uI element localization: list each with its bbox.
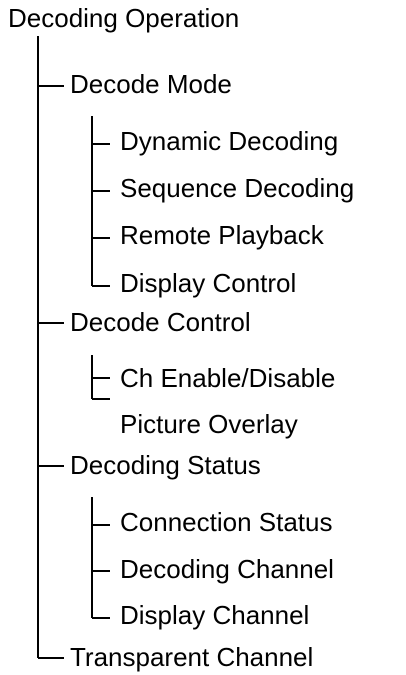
node-remote-playback: Remote Playback <box>120 220 324 250</box>
node-decoding-status: Decoding Status <box>70 450 261 480</box>
node-picture-overlay: Picture Overlay <box>120 409 298 439</box>
node-transparent-channel: Transparent Channel <box>70 642 314 672</box>
node-display-control: Display Control <box>120 268 297 298</box>
node-dynamic-decoding: Dynamic Decoding <box>120 126 339 156</box>
node-decode-mode: Decode Mode <box>70 69 232 99</box>
node-ch-enable-disable: Ch Enable/Disable <box>120 363 336 393</box>
node-decoding-channel: Decoding Channel <box>120 554 334 584</box>
root-node-label: Decoding Operation <box>8 3 240 33</box>
node-decode-control: Decode Control <box>70 307 251 337</box>
node-connection-status: Connection Status <box>120 507 333 537</box>
node-sequence-decoding: Sequence Decoding <box>120 173 355 203</box>
node-display-channel: Display Channel <box>120 600 310 630</box>
